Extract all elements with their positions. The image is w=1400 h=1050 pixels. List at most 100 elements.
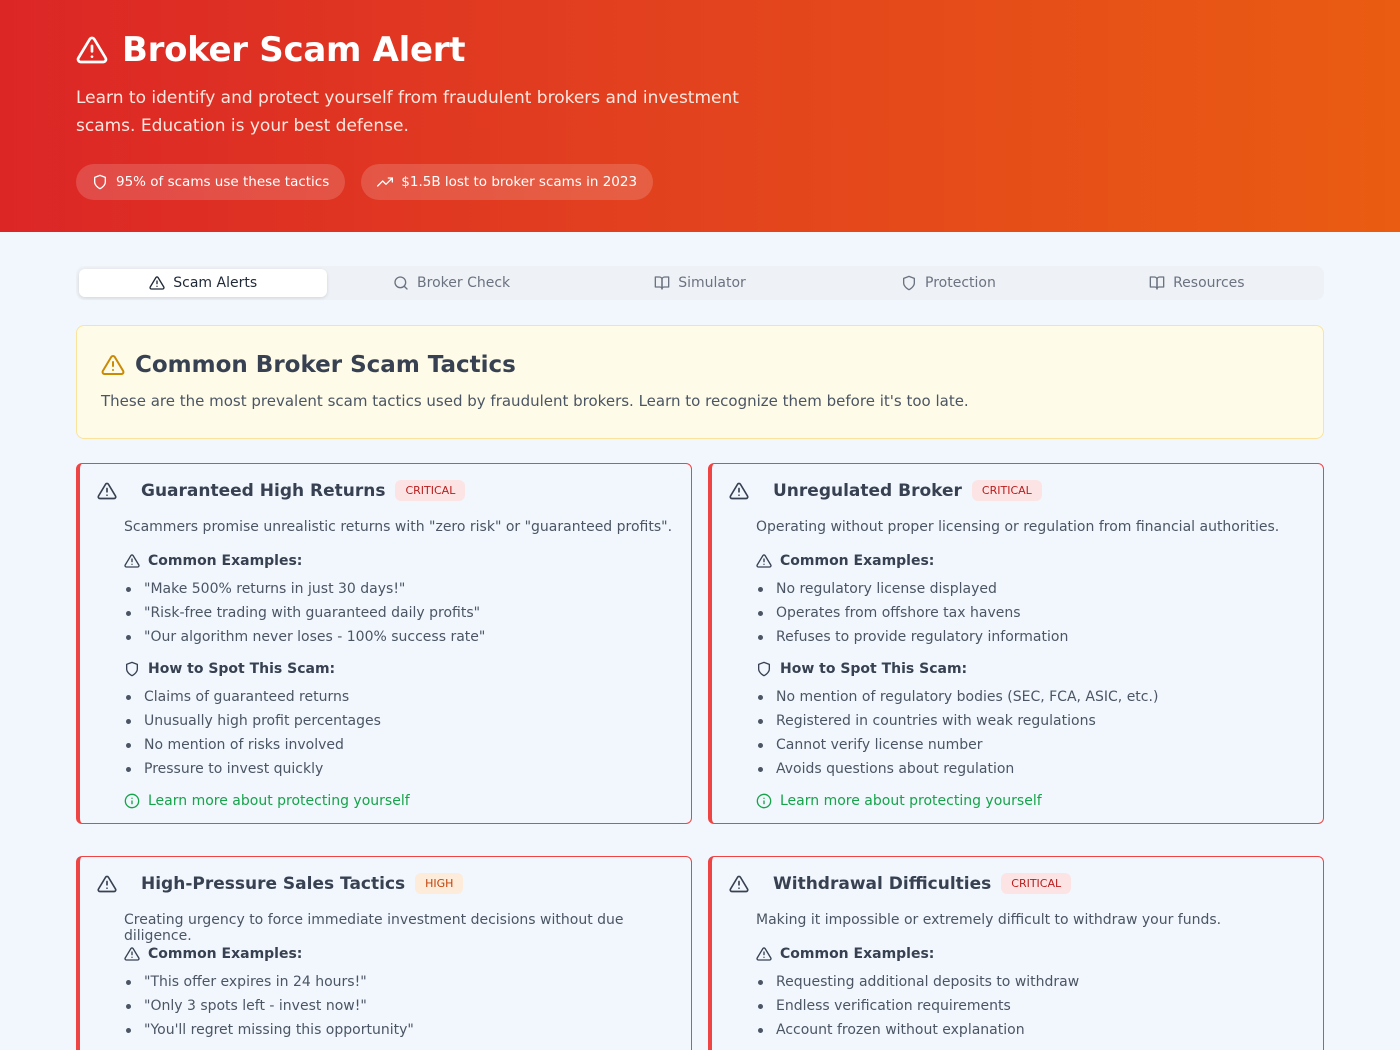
warning-icon bbox=[76, 36, 108, 64]
examples-list: Requesting additional deposits to withdr… bbox=[756, 970, 1079, 1042]
card-title: High-Pressure Sales Tactics bbox=[141, 873, 406, 894]
warning-icon bbox=[97, 875, 117, 892]
card-description: Operating without proper licensing or re… bbox=[756, 519, 1280, 535]
scam-card-guaranteed-returns: Guaranteed High Returns CRITICAL Scammer… bbox=[76, 463, 692, 824]
list-item: "Only 3 spots left - invest now!" bbox=[124, 994, 414, 1018]
tab-broker-check[interactable]: Broker Check bbox=[327, 269, 575, 297]
shield-icon bbox=[903, 275, 915, 291]
hero-stats: 95% of scams use these tactics $1.5B los… bbox=[76, 164, 654, 200]
list-item: "Make 500% returns in just 30 days!" bbox=[124, 577, 485, 601]
warning-icon bbox=[729, 482, 749, 499]
card-header: Guaranteed High Returns CRITICAL bbox=[97, 480, 466, 501]
list-item: "You'll regret missing this opportunity" bbox=[124, 1018, 414, 1042]
examples-heading: Common Examples: bbox=[124, 946, 302, 962]
list-item: Cannot verify license number bbox=[756, 733, 1158, 757]
list-item: Operates from offshore tax havens bbox=[756, 601, 1068, 625]
card-description: Scammers promise unrealistic returns wit… bbox=[124, 519, 673, 535]
tab-label: Resources bbox=[1173, 275, 1245, 291]
info-icon bbox=[124, 793, 140, 809]
scam-card-withdrawal-difficulties: Withdrawal Difficulties CRITICAL Making … bbox=[708, 856, 1324, 1050]
hero-banner: Broker Scam Alert Learn to identify and … bbox=[0, 0, 1400, 232]
tab-simulator[interactable]: Simulator bbox=[576, 269, 824, 297]
card-description: Creating urgency to force immediate inve… bbox=[124, 912, 624, 944]
examples-label: Common Examples: bbox=[148, 553, 303, 569]
hero-subtitle: Learn to identify and protect yourself f… bbox=[76, 88, 739, 136]
hero-title-row: Broker Scam Alert bbox=[76, 30, 466, 70]
tab-label: Broker Check bbox=[417, 275, 511, 291]
list-item: Refuses to provide regulatory informatio… bbox=[756, 625, 1068, 649]
tab-label: Simulator bbox=[678, 275, 746, 291]
card-description: Making it impossible or extremely diffic… bbox=[756, 912, 1222, 928]
list-item: "This offer expires in 24 hours!" bbox=[124, 970, 414, 994]
warning-icon bbox=[124, 554, 140, 568]
card-header: Withdrawal Difficulties CRITICAL bbox=[729, 873, 1072, 894]
warning-icon bbox=[149, 276, 165, 290]
examples-heading: Common Examples: bbox=[756, 553, 934, 569]
list-item: "Risk-free trading with guaranteed daily… bbox=[124, 601, 485, 625]
list-item: Pressure to invest quickly bbox=[124, 757, 381, 781]
list-item: Registered in countries with weak regula… bbox=[756, 709, 1158, 733]
stat-pill-label: 95% of scams use these tactics bbox=[116, 174, 330, 190]
list-item: No mention of regulatory bodies (SEC, FC… bbox=[756, 685, 1158, 709]
list-item: Unusually high profit percentages bbox=[124, 709, 381, 733]
list-item: No mention of risks involved bbox=[124, 733, 381, 757]
examples-list: "Make 500% returns in just 30 days!" "Ri… bbox=[124, 577, 485, 649]
book-open-icon bbox=[654, 276, 670, 290]
tab-label: Protection bbox=[925, 275, 996, 291]
spot-list: No mention of regulatory bodies (SEC, FC… bbox=[756, 685, 1158, 781]
spot-label: How to Spot This Scam: bbox=[148, 661, 336, 677]
tab-protection[interactable]: Protection bbox=[824, 269, 1072, 297]
card-title: Withdrawal Difficulties bbox=[773, 873, 992, 894]
warning-icon bbox=[124, 947, 140, 961]
shield-icon bbox=[758, 661, 770, 677]
warning-icon bbox=[97, 482, 117, 499]
spot-heading: How to Spot This Scam: bbox=[756, 661, 967, 677]
learn-more-label: Learn more about protecting yourself bbox=[148, 793, 410, 809]
section-title: Common Broker Scam Tactics bbox=[135, 352, 516, 378]
scam-card-high-pressure: High-Pressure Sales Tactics HIGH Creatin… bbox=[76, 856, 692, 1050]
list-item: Account frozen without explanation bbox=[756, 1018, 1079, 1042]
list-item: "Our algorithm never loses - 100% succes… bbox=[124, 625, 485, 649]
tab-bar: Scam Alerts Broker Check Simulator Prote… bbox=[76, 266, 1324, 300]
learn-more-label: Learn more about protecting yourself bbox=[780, 793, 1042, 809]
severity-badge: CRITICAL bbox=[971, 480, 1042, 501]
spot-list: Claims of guaranteed returns Unusually h… bbox=[124, 685, 381, 781]
list-item: Requesting additional deposits to withdr… bbox=[756, 970, 1079, 994]
list-item: Avoids questions about regulation bbox=[756, 757, 1158, 781]
spot-heading: How to Spot This Scam: bbox=[124, 661, 335, 677]
card-title: Guaranteed High Returns bbox=[141, 480, 386, 501]
section-description: These are the most prevalent scam tactic… bbox=[101, 392, 969, 410]
intro-title-row: Common Broker Scam Tactics bbox=[101, 352, 516, 378]
warning-icon bbox=[756, 947, 772, 961]
spot-label: How to Spot This Scam: bbox=[780, 661, 968, 677]
shield-icon bbox=[126, 661, 138, 677]
examples-label: Common Examples: bbox=[148, 946, 303, 962]
tab-resources[interactable]: Resources bbox=[1073, 269, 1321, 297]
stat-pill-label: $1.5B lost to broker scams in 2023 bbox=[401, 174, 638, 190]
severity-badge: CRITICAL bbox=[1001, 873, 1072, 894]
trending-up-icon bbox=[377, 177, 394, 187]
severity-badge: HIGH bbox=[415, 873, 464, 894]
examples-list: No regulatory license displayed Operates… bbox=[756, 577, 1068, 649]
card-title: Unregulated Broker bbox=[773, 480, 962, 501]
stat-pill-losses: $1.5B lost to broker scams in 2023 bbox=[361, 164, 654, 200]
tab-scam-alerts[interactable]: Scam Alerts bbox=[79, 269, 328, 297]
examples-label: Common Examples: bbox=[780, 946, 935, 962]
tab-label: Scam Alerts bbox=[173, 275, 258, 291]
stat-pill-tactics: 95% of scams use these tactics bbox=[76, 164, 346, 200]
book-open-icon bbox=[1149, 276, 1165, 290]
card-header: Unregulated Broker CRITICAL bbox=[729, 480, 1042, 501]
shield-icon bbox=[94, 174, 106, 190]
examples-list: "This offer expires in 24 hours!" "Only … bbox=[124, 970, 414, 1042]
search-icon bbox=[394, 276, 408, 290]
card-header: High-Pressure Sales Tactics HIGH bbox=[97, 873, 464, 894]
scam-card-unregulated-broker: Unregulated Broker CRITICAL Operating wi… bbox=[708, 463, 1324, 824]
severity-badge: CRITICAL bbox=[395, 480, 466, 501]
examples-label: Common Examples: bbox=[780, 553, 935, 569]
list-item: Claims of guaranteed returns bbox=[124, 685, 381, 709]
examples-heading: Common Examples: bbox=[124, 553, 302, 569]
examples-heading: Common Examples: bbox=[756, 946, 934, 962]
learn-more-link[interactable]: Learn more about protecting yourself bbox=[124, 793, 410, 809]
learn-more-link[interactable]: Learn more about protecting yourself bbox=[756, 793, 1042, 809]
list-item: Endless verification requirements bbox=[756, 994, 1079, 1018]
